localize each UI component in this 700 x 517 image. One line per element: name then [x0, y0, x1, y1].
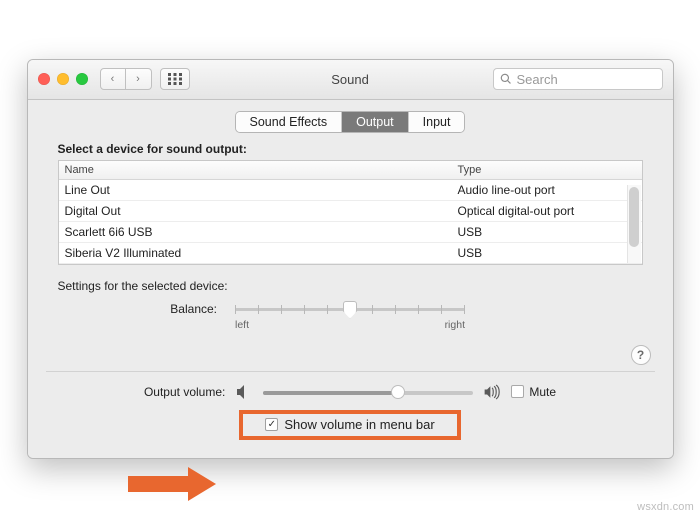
table-row[interactable]: Line Out Audio line-out port	[59, 180, 642, 201]
scrollbar[interactable]	[627, 185, 641, 263]
device-type: Audio line-out port	[452, 180, 642, 200]
device-type: Optical digital-out port	[452, 201, 642, 221]
table-row[interactable]: Digital Out Optical digital-out port	[59, 201, 642, 222]
watermark: wsxdn.com	[637, 501, 694, 513]
window-controls	[38, 73, 88, 85]
device-name: Line Out	[59, 180, 452, 200]
tab-input[interactable]: Input	[409, 112, 465, 132]
balance-left-label: left	[235, 319, 249, 331]
settings-for-device-label: Settings for the selected device:	[58, 279, 655, 293]
device-name: Scarlett 6i6 USB	[59, 222, 452, 242]
divider	[46, 371, 655, 372]
column-type[interactable]: Type	[452, 161, 642, 179]
device-table: Name Type Line Out Audio line-out port D…	[58, 160, 643, 265]
tab-output[interactable]: Output	[342, 112, 409, 132]
device-type: USB	[452, 222, 642, 242]
checkbox-icon	[511, 385, 524, 398]
balance-control: Balance: left right	[46, 301, 655, 333]
balance-slider[interactable]	[235, 301, 465, 317]
table-row[interactable]: Scarlett 6i6 USB USB	[59, 222, 642, 243]
show-volume-menubar-row: ✓ Show volume in menu bar	[46, 410, 655, 440]
device-name: Digital Out	[59, 201, 452, 221]
output-volume-row: Output volume: Mute	[46, 384, 655, 400]
forward-button[interactable]: ›	[126, 68, 152, 90]
close-icon[interactable]	[38, 73, 50, 85]
output-volume-slider[interactable]	[263, 385, 473, 399]
back-button[interactable]: ‹	[100, 68, 126, 90]
speaker-low-icon	[235, 384, 253, 400]
content-area: Sound Effects Output Input Select a devi…	[28, 100, 673, 458]
search-placeholder: Search	[517, 72, 558, 87]
show-all-button[interactable]	[160, 68, 190, 90]
titlebar: ‹ › Sound Search	[28, 60, 673, 100]
select-device-label: Select a device for sound output:	[58, 142, 655, 156]
search-input[interactable]: Search	[493, 68, 663, 90]
zoom-icon[interactable]	[76, 73, 88, 85]
show-volume-menubar-checkbox[interactable]: ✓ Show volume in menu bar	[265, 417, 434, 432]
balance-right-label: right	[445, 319, 465, 331]
help-button[interactable]: ?	[631, 345, 651, 365]
mute-label: Mute	[529, 385, 556, 399]
output-volume-label: Output volume:	[144, 385, 225, 399]
table-header: Name Type	[59, 161, 642, 180]
nav-buttons: ‹ ›	[100, 68, 152, 90]
checkbox-checked-icon: ✓	[265, 418, 278, 431]
tab-sound-effects[interactable]: Sound Effects	[236, 112, 343, 132]
grid-icon	[168, 73, 182, 85]
mute-checkbox[interactable]: Mute	[511, 385, 556, 399]
search-icon	[500, 73, 512, 85]
device-type: USB	[452, 243, 642, 263]
balance-label: Balance:	[127, 302, 217, 316]
scroll-thumb[interactable]	[629, 187, 639, 247]
tab-bar: Sound Effects Output Input	[46, 112, 655, 132]
device-name: Siberia V2 Illuminated	[59, 243, 452, 263]
minimize-icon[interactable]	[57, 73, 69, 85]
table-row[interactable]: Siberia V2 Illuminated USB	[59, 243, 642, 264]
show-volume-menubar-label: Show volume in menu bar	[284, 417, 434, 432]
preferences-window: ‹ › Sound Search Sound Effects Output In…	[27, 59, 674, 459]
column-name[interactable]: Name	[59, 161, 452, 179]
speaker-high-icon	[483, 384, 501, 400]
